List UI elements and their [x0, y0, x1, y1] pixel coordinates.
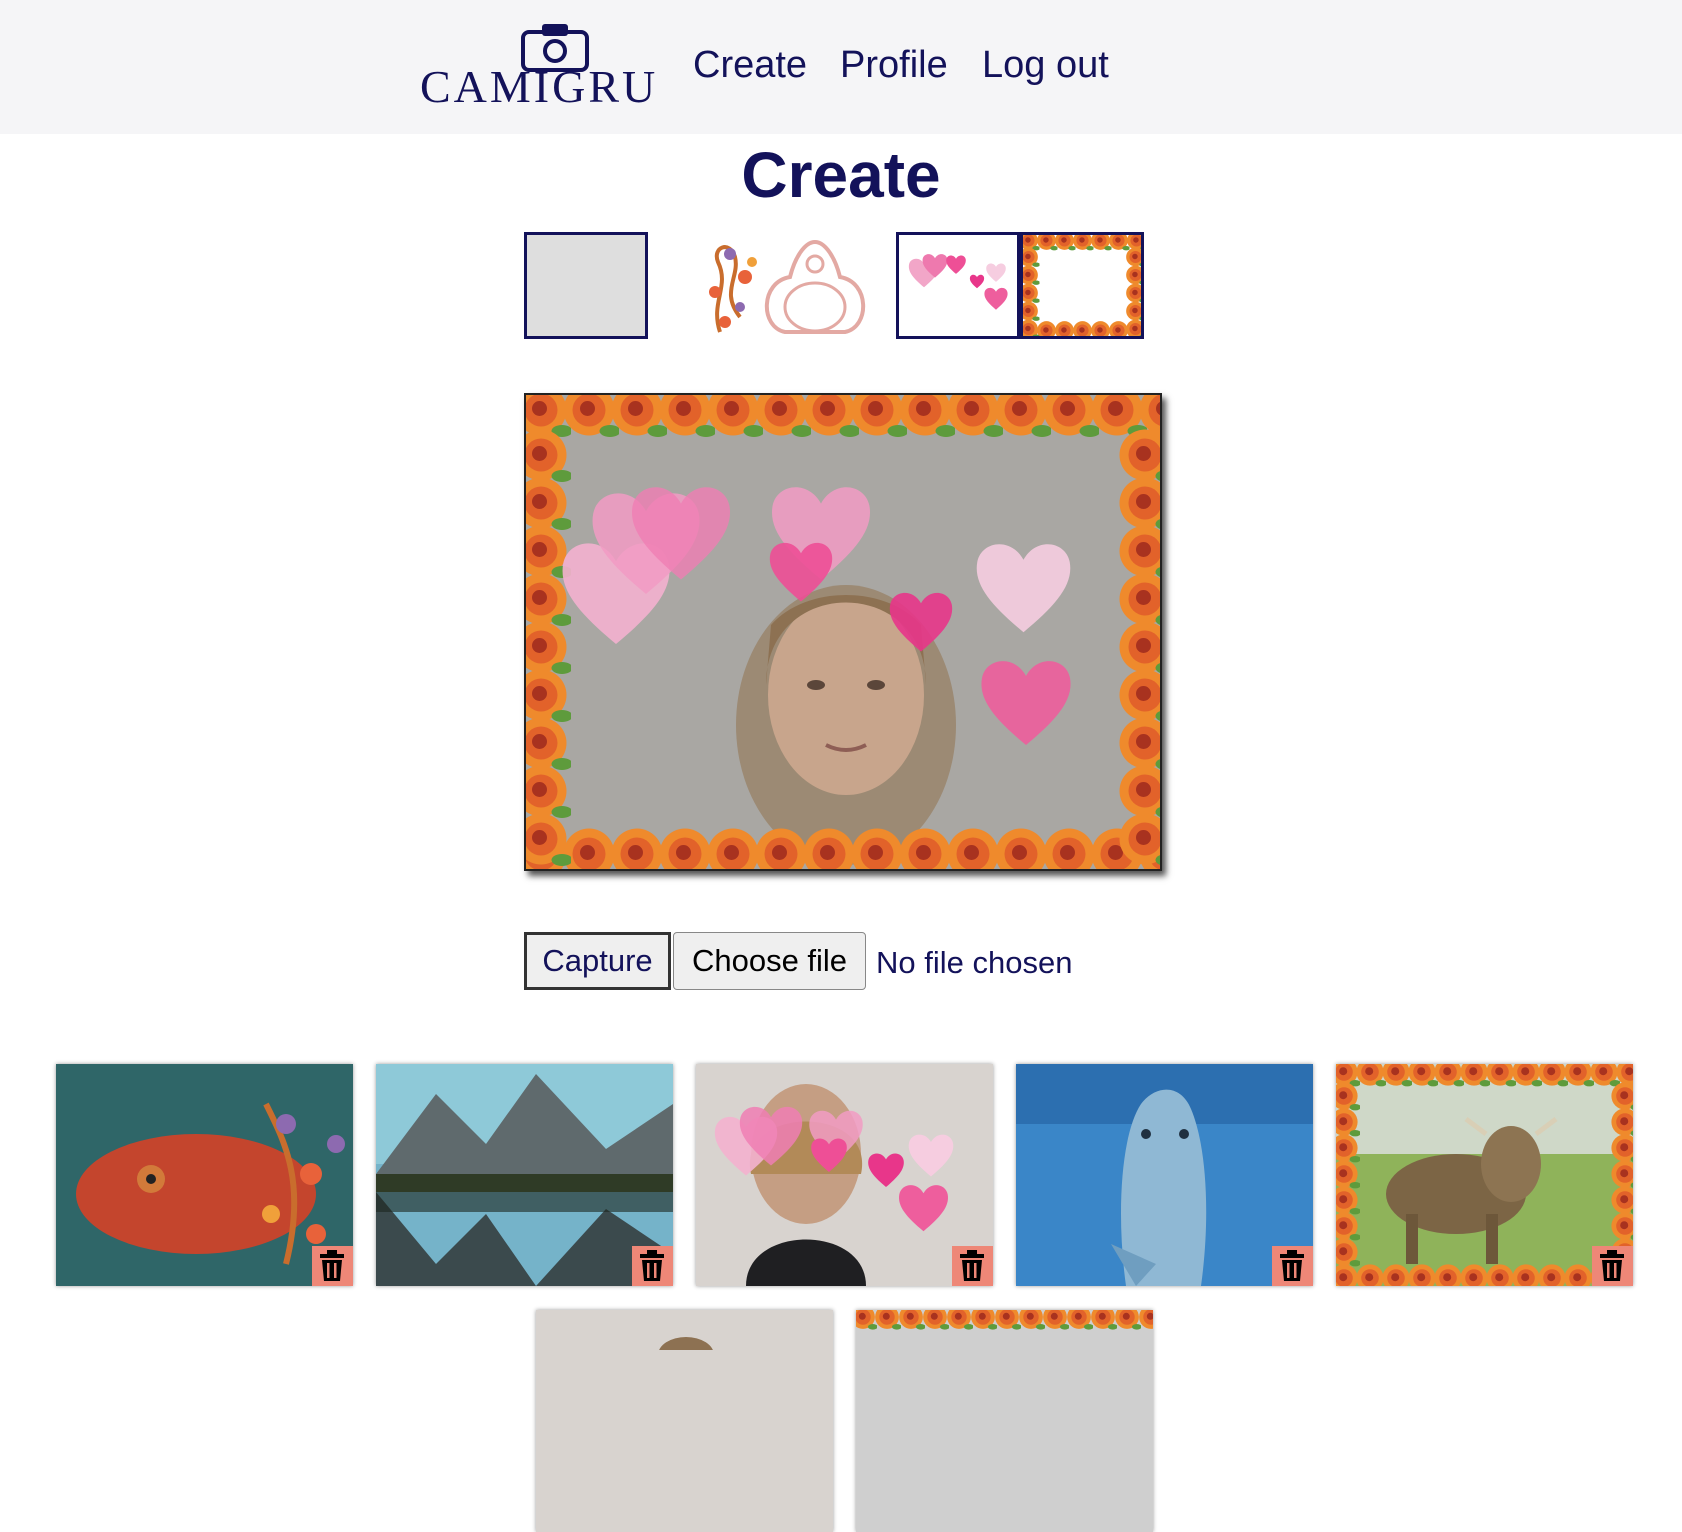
delete-button[interactable] — [1272, 1246, 1313, 1286]
camera-preview — [524, 393, 1162, 871]
gallery-item-partial-roses[interactable] — [856, 1310, 1153, 1532]
delete-button[interactable] — [1592, 1246, 1633, 1286]
delete-button[interactable] — [952, 1246, 993, 1286]
partial-roses-image — [856, 1310, 1153, 1330]
mountain-lake-image — [376, 1064, 673, 1286]
file-status-text: No file chosen — [876, 945, 1073, 980]
gallery-item-cow[interactable] — [1336, 1064, 1633, 1286]
brand-name: CAMIGRU — [420, 61, 659, 112]
brand-logo[interactable]: CAMIGRU — [420, 18, 665, 114]
trash-icon — [640, 1250, 664, 1281]
partial-selfie-image — [659, 1337, 713, 1350]
gallery-item-dolphin[interactable] — [1016, 1064, 1313, 1286]
gallery-item-mountain[interactable] — [376, 1064, 673, 1286]
chameleon-image — [76, 1102, 345, 1265]
filter-plain[interactable] — [524, 232, 648, 339]
delete-button[interactable] — [632, 1246, 673, 1286]
trash-icon — [1280, 1250, 1304, 1281]
capture-button[interactable]: Capture — [524, 932, 671, 990]
nav-profile-link[interactable]: Profile — [840, 44, 948, 87]
page-title: Create — [741, 139, 941, 211]
dolphin-image — [1016, 1064, 1313, 1286]
filter-swirl-frame[interactable] — [690, 232, 890, 339]
filter-hearts[interactable] — [896, 232, 1020, 339]
filter-roses-frame[interactable] — [1020, 232, 1144, 339]
trash-icon — [1600, 1250, 1624, 1281]
choose-file-button[interactable]: Choose file — [673, 932, 866, 990]
selfie-hearts-image — [714, 1084, 954, 1286]
nav-logout-link[interactable]: Log out — [982, 44, 1109, 87]
gallery-item-chameleon[interactable] — [56, 1064, 353, 1286]
trash-icon — [960, 1250, 984, 1281]
delete-button[interactable] — [312, 1246, 353, 1286]
gallery-item-partial-selfie[interactable] — [536, 1310, 833, 1532]
nav-create-link[interactable]: Create — [693, 44, 807, 87]
gallery-item-selfie-hearts[interactable] — [696, 1064, 993, 1286]
cow-roses-image — [1336, 1064, 1633, 1286]
top-navbar: CAMIGRU Create Profile Log out — [0, 0, 1682, 134]
trash-icon — [320, 1250, 344, 1281]
